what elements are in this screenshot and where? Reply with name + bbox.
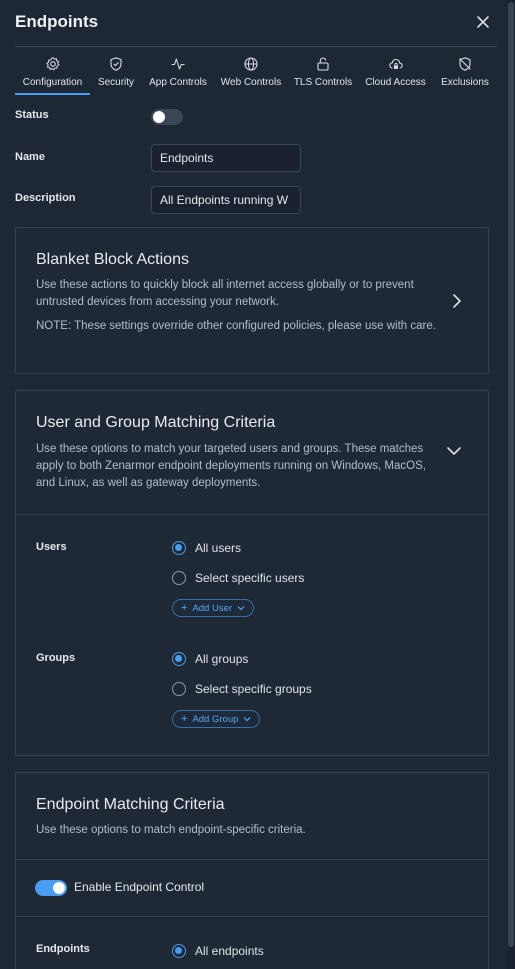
shield-off-icon (459, 57, 471, 71)
tab-exclusions[interactable]: Exclusions (433, 55, 497, 95)
endpoints-label: Endpoints (36, 943, 90, 955)
user-group-card: User and Group Matching Criteria Use the… (15, 390, 489, 756)
status-toggle[interactable] (151, 109, 183, 125)
radio-label: Select specific groups (195, 682, 312, 696)
globe-icon (244, 57, 258, 71)
radio-label: All users (195, 541, 242, 555)
dialog-title: Endpoints (15, 12, 99, 31)
tab-label: Exclusions (441, 77, 489, 88)
description-input[interactable] (151, 186, 301, 214)
tab-label: TLS Controls (293, 77, 353, 88)
card-divider (16, 916, 488, 917)
blanket-block-title: Blanket Block Actions (36, 251, 189, 268)
user-group-title: User and Group Matching Criteria (36, 414, 276, 431)
radio-label: All groups (195, 652, 249, 666)
groups-all-option[interactable]: All groups (172, 652, 248, 666)
description-label: Description (15, 192, 76, 204)
endpoint-matching-title: Endpoint Matching Criteria (36, 796, 225, 813)
endpoint-matching-desc: Use these options to match endpoint-spec… (36, 824, 306, 836)
add-user-button[interactable]: + Add User (172, 599, 255, 617)
add-group-button[interactable]: + Add Group (172, 710, 261, 728)
user-group-desc: Use these options to match your targeted… (36, 443, 426, 489)
tab-tls-controls[interactable]: TLS Controls (288, 55, 358, 95)
dialog-header: Endpoints (15, 12, 497, 46)
card-divider (16, 859, 488, 860)
radio-button[interactable] (172, 682, 186, 696)
radio-button[interactable] (172, 541, 186, 555)
tab-web-controls[interactable]: Web Controls (214, 55, 288, 95)
users-specific-option[interactable]: Select specific users (172, 571, 304, 585)
chevron-down-icon (237, 606, 245, 611)
activity-icon (171, 58, 185, 70)
radio-button[interactable] (172, 944, 186, 958)
shield-check-icon (110, 57, 122, 71)
name-input[interactable] (151, 144, 301, 172)
tab-bar: Configuration Security App Controls Web … (15, 55, 497, 95)
endpoints-all-option[interactable]: All endpoints (172, 944, 264, 958)
plus-icon: + (181, 713, 188, 725)
groups-label: Groups (36, 652, 76, 664)
name-label: Name (15, 151, 45, 163)
close-icon[interactable] (474, 13, 492, 31)
scrollbar-track[interactable] (507, 0, 515, 969)
tab-label: Web Controls (220, 77, 282, 88)
unlock-icon (317, 57, 329, 71)
toggle-knob (153, 111, 165, 123)
add-user-label: Add User (192, 602, 233, 614)
users-all-option[interactable]: All users (172, 541, 241, 555)
plus-icon: + (181, 602, 188, 614)
tab-label: Security (97, 77, 135, 88)
tab-configuration[interactable]: Configuration (15, 55, 90, 95)
toggle-knob (53, 882, 65, 894)
blanket-block-desc: Use these actions to quickly block all i… (36, 279, 414, 308)
endpoint-control-toggle[interactable] (35, 880, 67, 896)
users-label: Users (36, 541, 67, 553)
groups-specific-option[interactable]: Select specific groups (172, 682, 312, 696)
blanket-block-card[interactable]: Blanket Block Actions Use these actions … (15, 227, 489, 374)
status-label: Status (15, 109, 49, 121)
scrollbar-thumb[interactable] (508, 2, 514, 947)
blanket-block-note: NOTE: These settings override other conf… (36, 320, 436, 332)
chevron-down-icon[interactable] (446, 446, 462, 456)
chevron-down-icon (243, 717, 251, 722)
radio-button[interactable] (172, 571, 186, 585)
tab-security[interactable]: Security (90, 55, 142, 95)
radio-button[interactable] (172, 652, 186, 666)
radio-label: Select specific users (195, 571, 305, 585)
card-divider (16, 514, 488, 515)
cloud-lock-icon (388, 58, 403, 69)
header-divider (15, 46, 497, 47)
add-group-label: Add Group (192, 713, 239, 725)
endpoint-control-label: Enable Endpoint Control (74, 880, 205, 894)
tab-label: App Controls (149, 77, 207, 88)
tab-label: Configuration (22, 77, 83, 88)
tab-cloud-access[interactable]: Cloud Access (358, 55, 433, 95)
tab-label: Cloud Access (365, 77, 426, 88)
gear-icon (45, 56, 60, 71)
chevron-right-icon[interactable] (452, 293, 462, 309)
radio-label: All endpoints (195, 944, 264, 958)
tab-app-controls[interactable]: App Controls (142, 55, 214, 95)
endpoint-matching-card: Endpoint Matching Criteria Use these opt… (15, 772, 489, 969)
